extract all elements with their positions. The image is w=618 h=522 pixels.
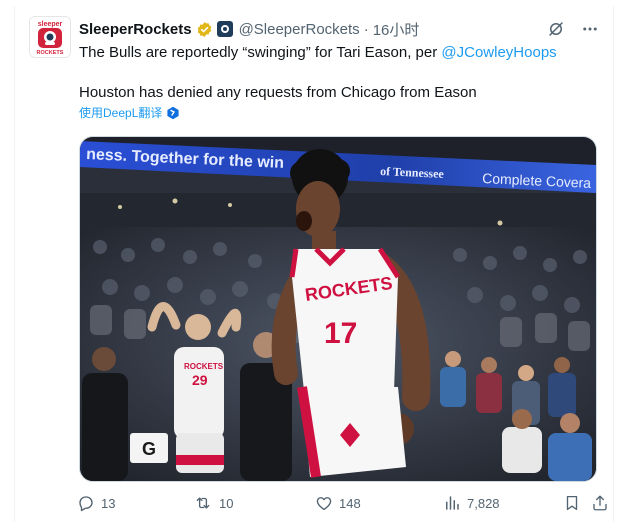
tweet-text-line-1: The Bulls are reportedly “swinging” for … xyxy=(79,43,557,63)
like-button[interactable]: 148 xyxy=(315,492,361,514)
heart-icon[interactable] xyxy=(315,494,333,512)
reply-count: 13 xyxy=(101,495,116,511)
retweet-button[interactable]: 10 xyxy=(193,492,233,514)
view-count: 7,828 xyxy=(467,495,500,511)
views-button[interactable]: 7,828 xyxy=(443,492,500,514)
display-name[interactable]: SleeperRockets xyxy=(79,21,192,38)
grok-icon[interactable] xyxy=(547,20,565,38)
reply-icon[interactable] xyxy=(77,494,95,512)
background-player-jersey xyxy=(174,347,224,439)
more-options-icon[interactable] xyxy=(581,20,599,38)
mention-link[interactable]: @JCowleyHoops xyxy=(441,44,556,61)
translate-link[interactable]: 使用DeepL翻译 xyxy=(79,104,180,121)
banner-text-mid: of Tennessee xyxy=(380,164,445,181)
separator-dot: · xyxy=(363,20,369,38)
background-jersey-text: ROCKETS xyxy=(184,362,224,371)
tweet-header: SleeperRockets @SleeperRockets · 16小时 xyxy=(79,18,599,40)
verified-gold-icon[interactable] xyxy=(196,21,213,38)
like-count: 148 xyxy=(339,495,361,511)
main-jersey-number: 17 xyxy=(324,317,357,350)
tweet-text-body: The Bulls are reportedly “swinging” for … xyxy=(79,44,442,61)
deepl-icon[interactable] xyxy=(166,106,180,120)
user-handle[interactable]: @SleeperRockets xyxy=(239,21,360,38)
background-jersey-number: 29 xyxy=(192,372,208,388)
affiliate-badge-icon[interactable] xyxy=(216,21,233,37)
sleeper-rockets-logo: sleeper ROCKETS xyxy=(30,17,70,57)
retweet-count: 10 xyxy=(219,495,234,511)
translate-label[interactable]: 使用DeepL翻译 xyxy=(79,104,162,121)
bookmark-button[interactable] xyxy=(563,492,581,514)
basketball-photo: ness. Together for the win of Tennessee … xyxy=(80,137,596,481)
tweet-text-line-2: Houston has denied any requests from Chi… xyxy=(79,84,477,101)
avatar[interactable]: sleeper ROCKETS xyxy=(29,16,71,58)
court-sign-letter: G xyxy=(142,439,156,459)
reply-button[interactable]: 13 xyxy=(77,492,115,514)
avatar-text-bottom: ROCKETS xyxy=(37,50,64,56)
timestamp[interactable]: 16小时 xyxy=(373,19,420,40)
share-button[interactable] xyxy=(591,492,609,514)
avatar-text-top: sleeper xyxy=(38,21,63,28)
share-icon[interactable] xyxy=(591,494,609,512)
tweet-action-bar: 13 10 148 7,828 xyxy=(77,492,607,514)
retweet-icon[interactable] xyxy=(193,494,213,512)
bookmark-icon[interactable] xyxy=(563,494,581,512)
views-chart-icon[interactable] xyxy=(443,494,461,512)
tweet-media-photo[interactable]: ness. Together for the win of Tennessee … xyxy=(79,136,597,482)
tweet-card[interactable]: sleeper ROCKETS SleeperRockets @SleeperR… xyxy=(14,6,614,522)
